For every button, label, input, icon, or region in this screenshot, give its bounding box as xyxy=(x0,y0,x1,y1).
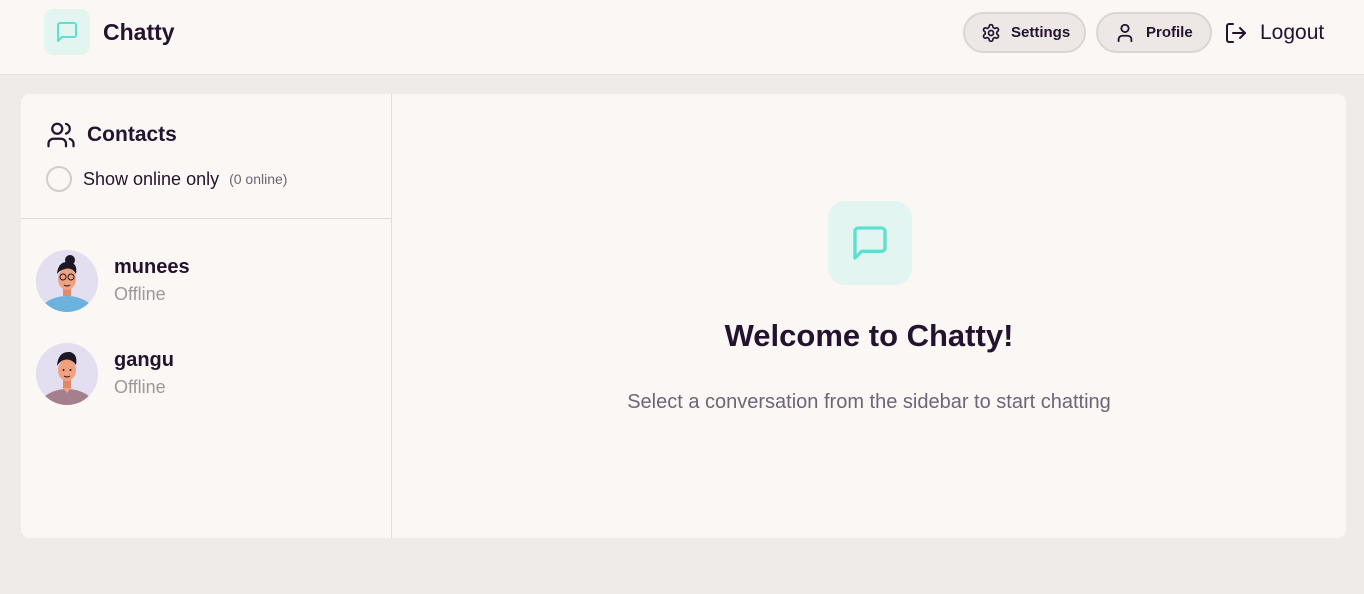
online-filter-toggle[interactable]: Show online only (0 online) xyxy=(46,166,287,192)
app-name: Chatty xyxy=(103,18,175,45)
avatar xyxy=(36,250,98,312)
logout-label: Logout xyxy=(1260,21,1325,44)
sidebar-header: Contacts Show online only (0 online) xyxy=(21,94,391,219)
online-filter-label: Show online only xyxy=(83,168,220,189)
message-square-icon xyxy=(44,9,90,55)
gear-icon xyxy=(981,23,1001,43)
message-square-icon xyxy=(828,201,912,285)
avatar xyxy=(36,343,98,405)
profile-label: Profile xyxy=(1146,24,1193,41)
online-only-checkbox[interactable] xyxy=(46,166,72,192)
settings-button[interactable]: Settings xyxy=(963,12,1086,53)
contact-item-munees[interactable]: munees Offline xyxy=(21,234,391,324)
contact-item-gangu[interactable]: gangu Offline xyxy=(21,327,391,417)
welcome-title: Welcome to Chatty! xyxy=(724,318,1014,353)
top-navbar: Chatty Settings Profile Logout xyxy=(0,0,1364,75)
contact-status: Offline xyxy=(114,377,166,397)
contact-name: gangu xyxy=(114,349,174,371)
sidebar-title-text: Contacts xyxy=(87,123,177,146)
contact-name: munees xyxy=(114,256,190,278)
contacts-sidebar: Contacts Show online only (0 online) mun… xyxy=(21,94,392,538)
settings-label: Settings xyxy=(1011,24,1071,41)
online-count: (0 online) xyxy=(229,171,288,187)
sidebar-title: Contacts xyxy=(46,120,177,150)
contact-status: Offline xyxy=(114,284,166,304)
logout-icon xyxy=(1224,21,1248,45)
user-icon xyxy=(1114,22,1136,44)
users-icon xyxy=(46,120,76,150)
profile-button[interactable]: Profile xyxy=(1096,12,1212,53)
no-chat-selected-panel: Welcome to Chatty! Select a conversation… xyxy=(392,94,1346,538)
logout-button[interactable]: Logout xyxy=(1224,19,1324,47)
brand-link[interactable]: Chatty xyxy=(44,9,175,55)
chat-container: Contacts Show online only (0 online) mun… xyxy=(21,94,1346,538)
welcome-subtitle: Select a conversation from the sidebar t… xyxy=(627,391,1111,413)
